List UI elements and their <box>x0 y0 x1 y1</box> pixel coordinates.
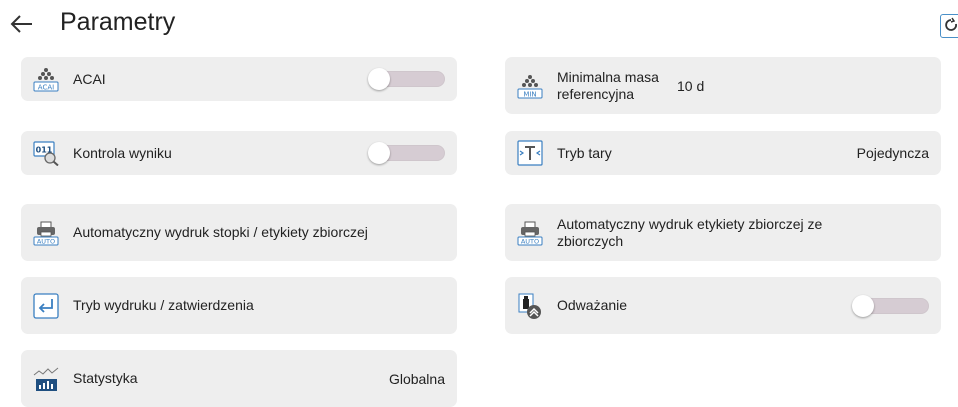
acai-toggle[interactable] <box>368 68 445 90</box>
setting-statistics[interactable]: Statystyka Globalna <box>21 350 457 407</box>
setting-auto-print-label[interactable]: AUTO Automatyczny wydruk etykiety zbiorc… <box>505 204 941 261</box>
setting-value: Globalna <box>388 370 445 387</box>
setting-label: ACAI <box>73 70 106 87</box>
enter-icon <box>33 292 59 319</box>
setting-acai[interactable]: ACAI ACAI <box>21 57 457 101</box>
setting-auto-print-footer[interactable]: AUTO Automatyczny wydruk stopki / etykie… <box>21 204 457 261</box>
setting-label: Tryb wydruku / zatwierdzenia <box>73 297 254 313</box>
refresh-icon <box>945 17 957 31</box>
back-button[interactable] <box>8 10 42 38</box>
result-check-toggle[interactable] <box>368 142 445 164</box>
page-title: Parametry <box>60 8 176 36</box>
setting-value: 10 d <box>677 77 705 94</box>
setting-label: Statystyka <box>73 370 138 386</box>
min-mass-icon-text: MIN <box>523 90 536 98</box>
setting-value: Pojedyncza <box>856 145 929 161</box>
acai-icon-text: ACAI <box>38 84 54 92</box>
setting-label: Automatyczny wydruk etykiety zbiorczej z… <box>557 215 823 249</box>
setting-label: Tryb tary <box>557 144 612 161</box>
acai-icon: ACAI <box>33 66 59 92</box>
dosing-icon <box>517 293 543 319</box>
auto-print-icon: AUTO <box>33 220 59 246</box>
setting-result-check[interactable]: 011 Kontrola wyniku <box>21 131 457 175</box>
setting-label: Automatyczny wydruk stopki / etykiety zb… <box>73 224 368 240</box>
auto-print-icon-text: AUTO <box>37 237 55 245</box>
setting-label: Kontrola wyniku <box>73 144 172 161</box>
dosing-toggle[interactable] <box>852 294 929 317</box>
result-check-icon: 011 <box>33 140 59 166</box>
arrow-left-icon <box>10 15 32 33</box>
setting-dosing[interactable]: Odważanie <box>505 277 941 334</box>
auto-print-icon: AUTO <box>517 220 543 246</box>
setting-print-mode[interactable]: Tryb wydruku / zatwierdzenia <box>21 277 457 334</box>
setting-label: Odważanie <box>557 297 628 313</box>
tare-icon <box>517 140 543 166</box>
header: Parametry <box>0 0 958 46</box>
refresh-button[interactable] <box>940 14 958 38</box>
setting-tare-mode[interactable]: Tryb tary Pojedyncza <box>505 131 941 175</box>
min-mass-icon: MIN <box>517 73 543 99</box>
auto-print-icon-text: AUTO <box>521 237 539 245</box>
statistics-icon <box>33 366 59 392</box>
setting-label: Minimalna masa referencyjna <box>557 68 659 102</box>
setting-min-reference-mass[interactable]: MIN Minimalna masa referencyjna 10 d <box>505 57 941 114</box>
